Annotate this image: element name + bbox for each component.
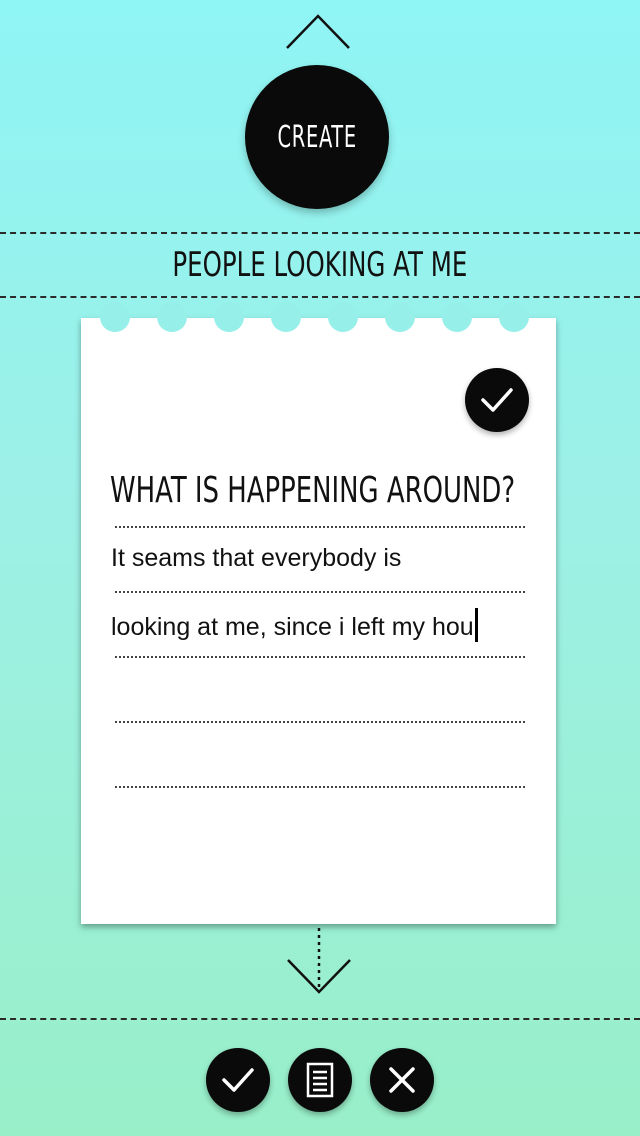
create-button[interactable]: CREATE — [245, 65, 389, 209]
category-title: PEOPLE LOOKING AT ME — [172, 245, 468, 285]
ruled-line — [115, 786, 525, 788]
ruled-line — [115, 656, 525, 658]
ruled-line — [115, 591, 525, 593]
create-button-label: CREATE — [277, 119, 357, 155]
note-text-line-1[interactable]: It seams that everybody is — [111, 544, 531, 573]
notes-button[interactable] — [288, 1048, 352, 1112]
confirm-button[interactable] — [206, 1048, 270, 1112]
arrow-down-icon[interactable] — [286, 928, 352, 998]
check-icon — [222, 1068, 254, 1092]
chevron-up-icon[interactable] — [285, 12, 351, 52]
check-icon — [481, 388, 513, 412]
close-button[interactable] — [370, 1048, 434, 1112]
ruled-line — [115, 721, 525, 723]
text-cursor — [474, 608, 478, 642]
document-icon — [306, 1062, 334, 1098]
note-question: WHAT IS HAPPENING AROUND? — [110, 470, 516, 511]
save-note-button[interactable] — [465, 368, 529, 432]
ruled-line — [115, 526, 525, 528]
close-icon — [389, 1067, 415, 1093]
divider-bottom — [0, 296, 640, 298]
bottom-divider — [0, 1018, 640, 1020]
divider-top — [0, 232, 640, 234]
note-text-line-2[interactable]: looking at me, since i left my hou — [111, 608, 531, 642]
